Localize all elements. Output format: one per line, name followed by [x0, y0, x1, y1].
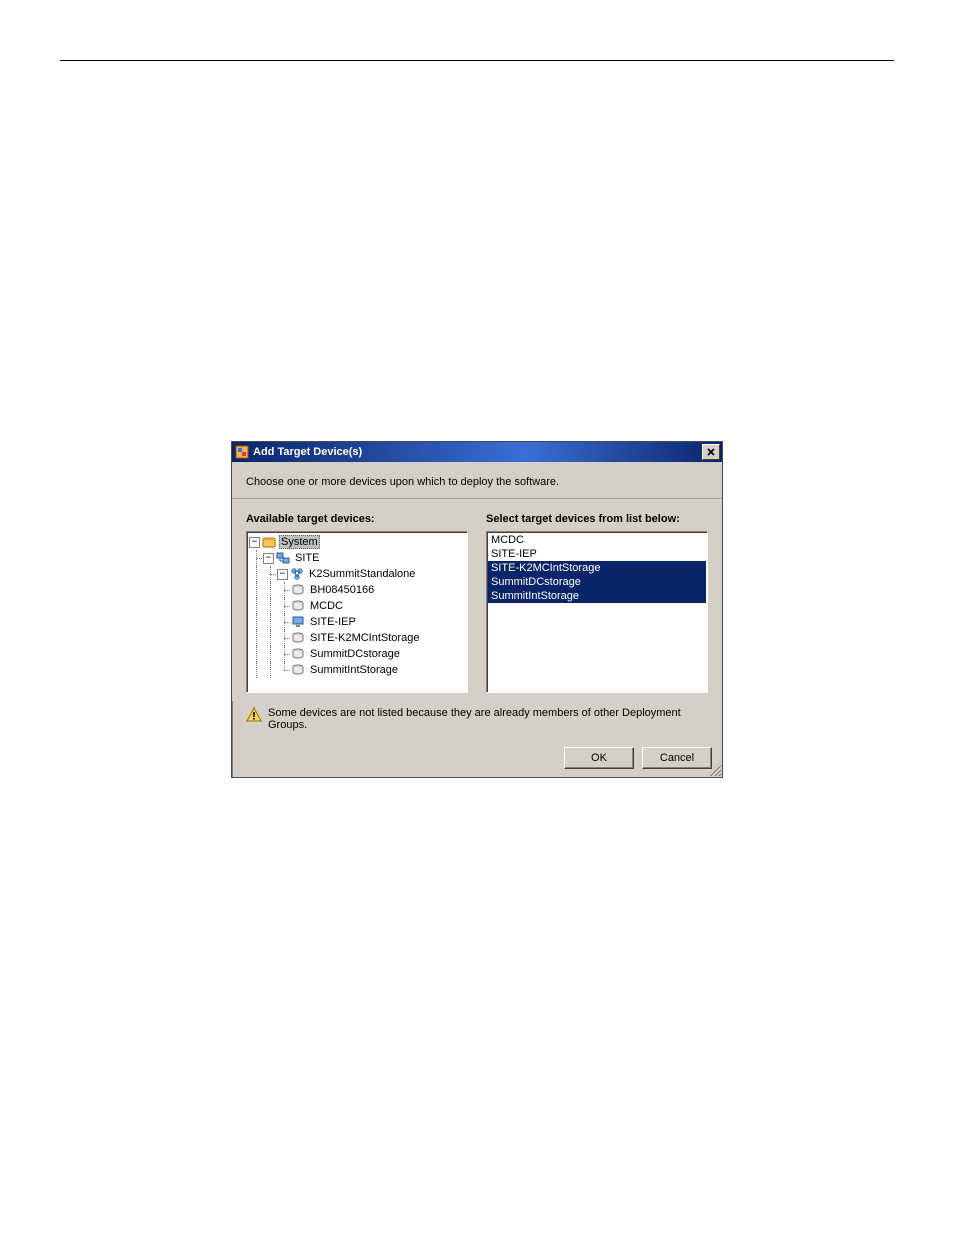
- available-devices-tree[interactable]: − System: [246, 531, 468, 693]
- drive-icon: [291, 599, 305, 613]
- warning-message: Some devices are not listed because they…: [232, 701, 722, 741]
- expand-toggle[interactable]: −: [263, 553, 274, 564]
- tree-label: SITE-K2MCIntStorage: [308, 632, 421, 644]
- drive-icon: [291, 663, 305, 677]
- tree-label: System: [279, 535, 320, 549]
- tree-node-device[interactable]: SITE-K2MCIntStorage: [249, 630, 465, 646]
- tree-label: SummitDCstorage: [308, 648, 402, 660]
- close-button[interactable]: [702, 444, 720, 460]
- drive-icon: [291, 583, 305, 597]
- select-devices-listbox[interactable]: MCDCSITE-IEPSITE-K2MCIntStorageSummitDCs…: [486, 531, 708, 693]
- page-divider: [60, 60, 894, 61]
- app-icon: [235, 445, 249, 459]
- tree-label: SITE: [293, 552, 321, 564]
- dialog-body: Available target devices: −: [232, 499, 722, 701]
- drive-icon: [291, 647, 305, 661]
- dialog-button-row: OK Cancel: [232, 741, 722, 777]
- tree-node-site[interactable]: − SITE: [249, 550, 465, 566]
- tree-label: SummitIntStorage: [308, 664, 400, 676]
- titlebar[interactable]: Add Target Device(s): [232, 442, 722, 462]
- monitor-icon: [291, 615, 305, 629]
- warning-text: Some devices are not listed because they…: [268, 707, 708, 731]
- dialog-title: Add Target Device(s): [253, 446, 702, 458]
- tree-label: SITE-IEP: [308, 616, 358, 628]
- site-icon: [276, 551, 290, 565]
- tree-label: MCDC: [308, 600, 345, 612]
- warning-icon: [246, 707, 262, 723]
- list-item[interactable]: MCDC: [488, 533, 706, 547]
- tree-label: BH08450166: [308, 584, 376, 596]
- tree-node-device[interactable]: SummitDCstorage: [249, 646, 465, 662]
- add-target-devices-dialog: Add Target Device(s) Choose one or more …: [231, 441, 723, 778]
- ok-button[interactable]: OK: [564, 747, 634, 769]
- tree-node-group[interactable]: −: [249, 566, 465, 582]
- group-icon: [290, 567, 304, 581]
- tree-label: K2SummitStandalone: [307, 568, 417, 580]
- tree-node-device[interactable]: BH08450166: [249, 582, 465, 598]
- available-devices-label: Available target devices:: [246, 513, 468, 525]
- list-item[interactable]: SITE-IEP: [488, 547, 706, 561]
- expand-toggle[interactable]: −: [277, 569, 288, 580]
- list-item[interactable]: SITE-K2MCIntStorage: [488, 561, 706, 575]
- expand-toggle[interactable]: −: [249, 537, 260, 548]
- select-devices-label: Select target devices from list below:: [486, 513, 708, 525]
- tree-node-system[interactable]: − System: [249, 534, 465, 550]
- tree-node-device[interactable]: SITE-IEP: [249, 614, 465, 630]
- tree-node-device[interactable]: MCDC: [249, 598, 465, 614]
- system-icon: [262, 535, 276, 549]
- list-item[interactable]: SummitDCstorage: [488, 575, 706, 589]
- cancel-button[interactable]: Cancel: [642, 747, 712, 769]
- drive-icon: [291, 631, 305, 645]
- close-icon: [707, 448, 715, 456]
- instruction-text: Choose one or more devices upon which to…: [232, 462, 722, 499]
- tree-node-device[interactable]: SummitIntStorage: [249, 662, 465, 678]
- list-item[interactable]: SummitIntStorage: [488, 589, 706, 603]
